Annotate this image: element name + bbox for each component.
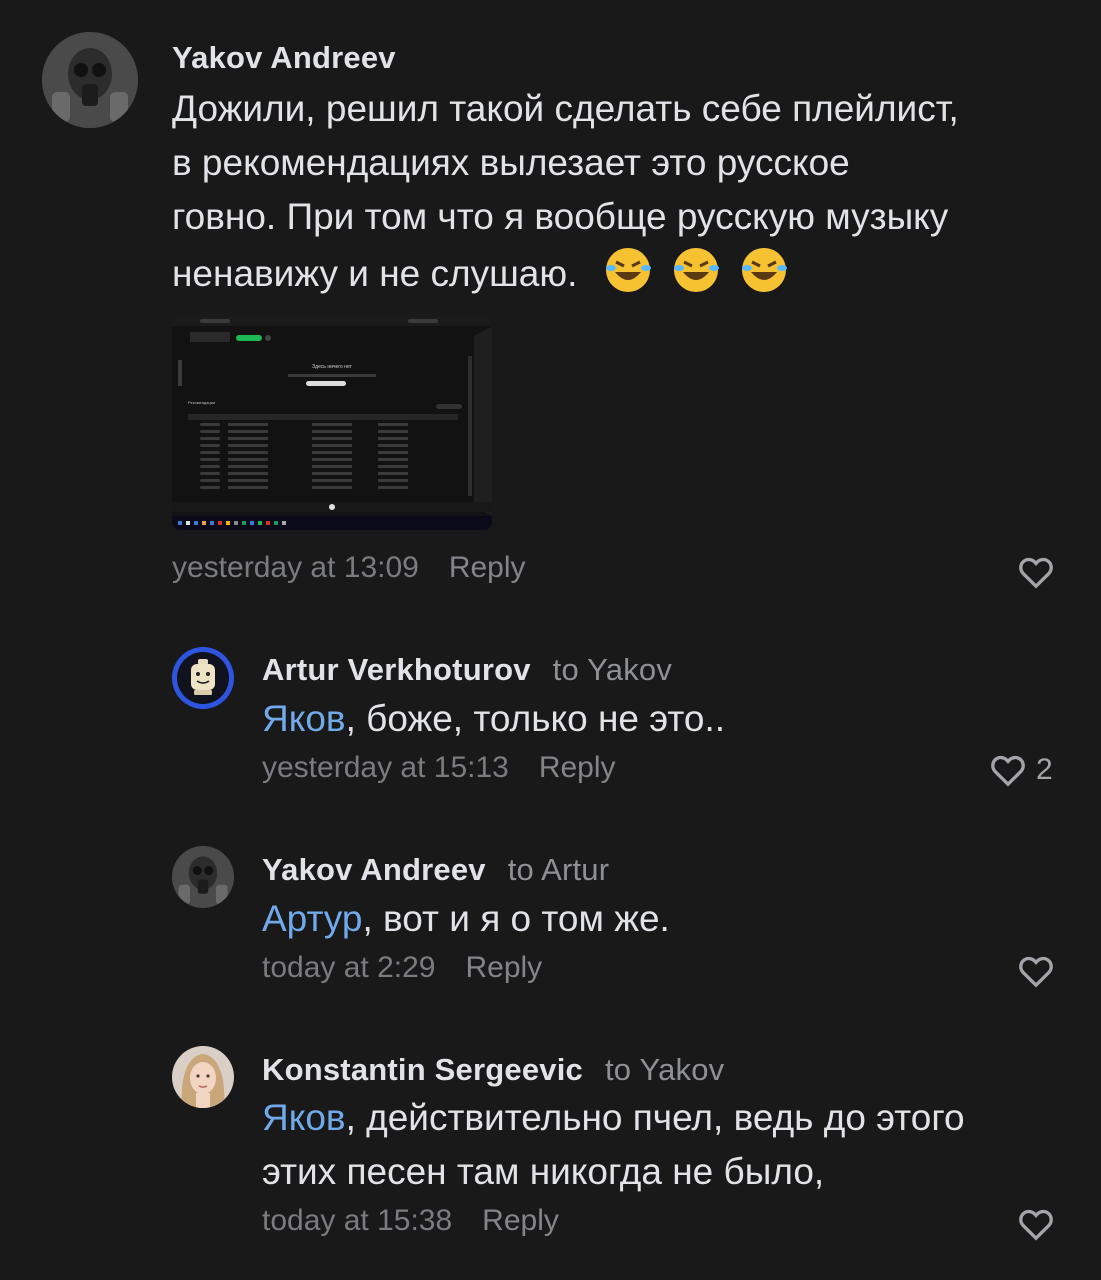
rolling-on-floor-laughing-icon: [605, 248, 651, 292]
mention-link[interactable]: Артур: [262, 898, 362, 939]
comment-meta: yesterday at 15:13 Reply: [262, 751, 616, 785]
heart-outline-icon: [1019, 1209, 1053, 1241]
lego-head-avatar-image: [172, 647, 234, 709]
comment-text: Артур, вот и я о том же.: [262, 892, 1062, 946]
screenshot-image: Здесь ничего нет Рекомендации: [172, 316, 492, 530]
avatar-yakov[interactable]: [42, 32, 138, 128]
screenshot-attachment[interactable]: Здесь ничего нет Рекомендации: [172, 316, 492, 530]
comment-author: Konstantin Sergeevic to Yakov: [262, 1052, 724, 1088]
comment-timestamp: today at 15:38: [262, 1204, 453, 1237]
comment-text-body: , вот и я о том же.: [362, 898, 670, 939]
like-button[interactable]: [1016, 552, 1064, 592]
comment-meta: yesterday at 13:09 Reply: [172, 551, 526, 585]
heart-outline-icon: [1019, 956, 1053, 988]
comment-text: Яков, боже, только не это..: [262, 692, 1062, 746]
avatar-artur[interactable]: [172, 647, 234, 709]
comment-author: Yakov Andreev to Artur: [262, 852, 609, 888]
avatar-yakov[interactable]: [172, 846, 234, 908]
portrait-avatar-image: [172, 1046, 234, 1108]
reply-to-label[interactable]: to Yakov: [605, 1052, 724, 1087]
comment-author: Artur Verkhoturov to Yakov: [262, 652, 672, 688]
reply-to-label[interactable]: to Artur: [508, 852, 610, 887]
like-count: 2: [1036, 753, 1053, 786]
comment-text-body: , боже, только не это..: [345, 698, 726, 739]
comment-text-line: Дожили, решил такой сделать себе плейлис…: [172, 88, 959, 129]
author-name[interactable]: Konstantin Sergeevic: [262, 1052, 583, 1087]
gas-mask-avatar-image: [172, 846, 234, 908]
comment-timestamp: yesterday at 13:09: [172, 551, 419, 584]
comment-text-line: этих песен там никогда не было,: [262, 1151, 825, 1192]
reply-button[interactable]: Reply: [465, 951, 542, 984]
gas-mask-avatar-image: [42, 32, 138, 128]
comment-text-line: в рекомендациях вылезает это русское: [172, 142, 850, 183]
comment-author[interactable]: Yakov Andreev: [172, 40, 396, 76]
rolling-on-floor-laughing-icon: [742, 248, 788, 292]
screenshot-section: Рекомендации: [188, 400, 215, 405]
like-button[interactable]: [1016, 951, 1064, 991]
comment-text-line: ненавижу и не слушаю.: [172, 244, 1072, 301]
author-name[interactable]: Artur Verkhoturov: [262, 652, 531, 687]
rolling-on-floor-laughing-icon: [673, 248, 719, 292]
heart-outline-icon: [991, 755, 1025, 787]
screenshot-heading: Здесь ничего нет: [312, 364, 352, 370]
comment-meta: today at 2:29 Reply: [262, 951, 542, 985]
reply-button[interactable]: Reply: [539, 751, 616, 784]
comment-timestamp: today at 2:29: [262, 951, 436, 984]
mention-link[interactable]: Яков: [262, 698, 346, 739]
author-name[interactable]: Yakov Andreev: [262, 852, 486, 887]
comment-text: Яков, действительно пчел, ведь до этого …: [262, 1091, 1082, 1199]
reply-button[interactable]: Reply: [482, 1204, 559, 1237]
comment-timestamp: yesterday at 15:13: [262, 751, 509, 784]
comment-text-line: говно. При том что я вообще русскую музы…: [172, 196, 949, 237]
comment-text: Дожили, решил такой сделать себе плейлис…: [172, 82, 1072, 301]
heart-outline-icon: [1019, 557, 1053, 589]
mention-link[interactable]: Яков: [262, 1097, 346, 1138]
avatar-konstantin[interactable]: [172, 1046, 234, 1108]
like-button[interactable]: 2: [988, 750, 1053, 790]
comment-meta: today at 15:38 Reply: [262, 1204, 559, 1238]
reply-button[interactable]: Reply: [449, 551, 526, 584]
reply-to-label[interactable]: to Yakov: [553, 652, 672, 687]
like-button[interactable]: [1016, 1204, 1064, 1244]
comment-text-line: Яков, действительно пчел, ведь до этого: [262, 1097, 965, 1138]
